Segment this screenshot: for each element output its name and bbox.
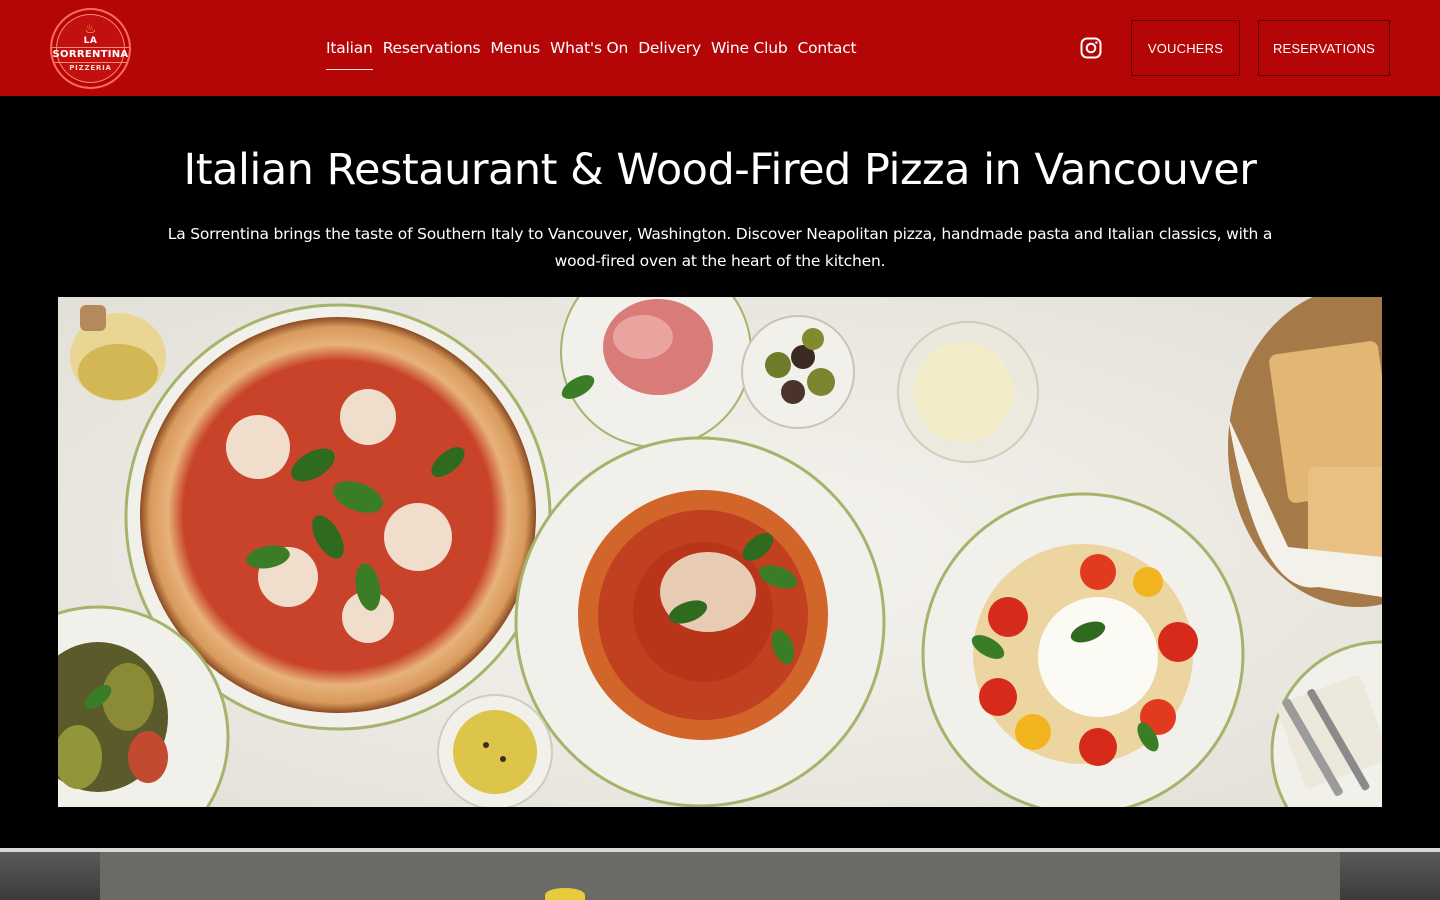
hero-title: Italian Restaurant & Wood-Fired Pizza in… <box>183 145 1257 195</box>
olive-oil-dish <box>437 694 553 807</box>
main-nav: Italian Reservations Menus What's On Del… <box>326 36 857 70</box>
instagram-icon[interactable] <box>1079 36 1103 60</box>
hero-description-line-2: wood-fired oven at the heart of the kitc… <box>554 252 886 270</box>
nav-contact[interactable]: Contact <box>798 37 857 59</box>
site-header: ♨ LA SORRENTINA PIZZERIA Italian Reserva… <box>0 0 1440 96</box>
nav-menus[interactable]: Menus <box>490 37 540 59</box>
logo-line-name: SORRENTINA <box>52 47 129 63</box>
nav-wine-club[interactable]: Wine Club <box>711 37 788 59</box>
restaurant-logo[interactable]: ♨ LA SORRENTINA PIZZERIA <box>50 8 131 89</box>
wine-glass <box>897 321 1039 463</box>
vouchers-button[interactable]: VOUCHERS <box>1131 20 1240 76</box>
hero-description-line-1: La Sorrentina brings the taste of Southe… <box>167 225 1273 243</box>
ceiling-panel <box>100 852 1340 900</box>
logo-line-pizzeria: PIZZERIA <box>69 64 112 72</box>
nav-delivery[interactable]: Delivery <box>638 37 701 59</box>
burrata-plate <box>921 492 1245 807</box>
hero-description: La Sorrentina brings the taste of Southe… <box>130 221 1310 275</box>
next-section-preview <box>0 852 1440 900</box>
reservations-button[interactable]: RESERVATIONS <box>1258 20 1390 76</box>
pendant-light <box>545 888 585 900</box>
nav-reservations[interactable]: Reservations <box>383 37 481 59</box>
hero-food-image <box>58 297 1382 807</box>
flame-icon: ♨ <box>84 22 97 37</box>
nav-whats-on[interactable]: What's On <box>550 37 628 59</box>
nav-italian[interactable]: Italian <box>326 37 373 70</box>
logo-line-la: LA <box>83 36 98 46</box>
spaghetti-plate <box>514 436 886 807</box>
olives-bowl <box>741 315 855 429</box>
